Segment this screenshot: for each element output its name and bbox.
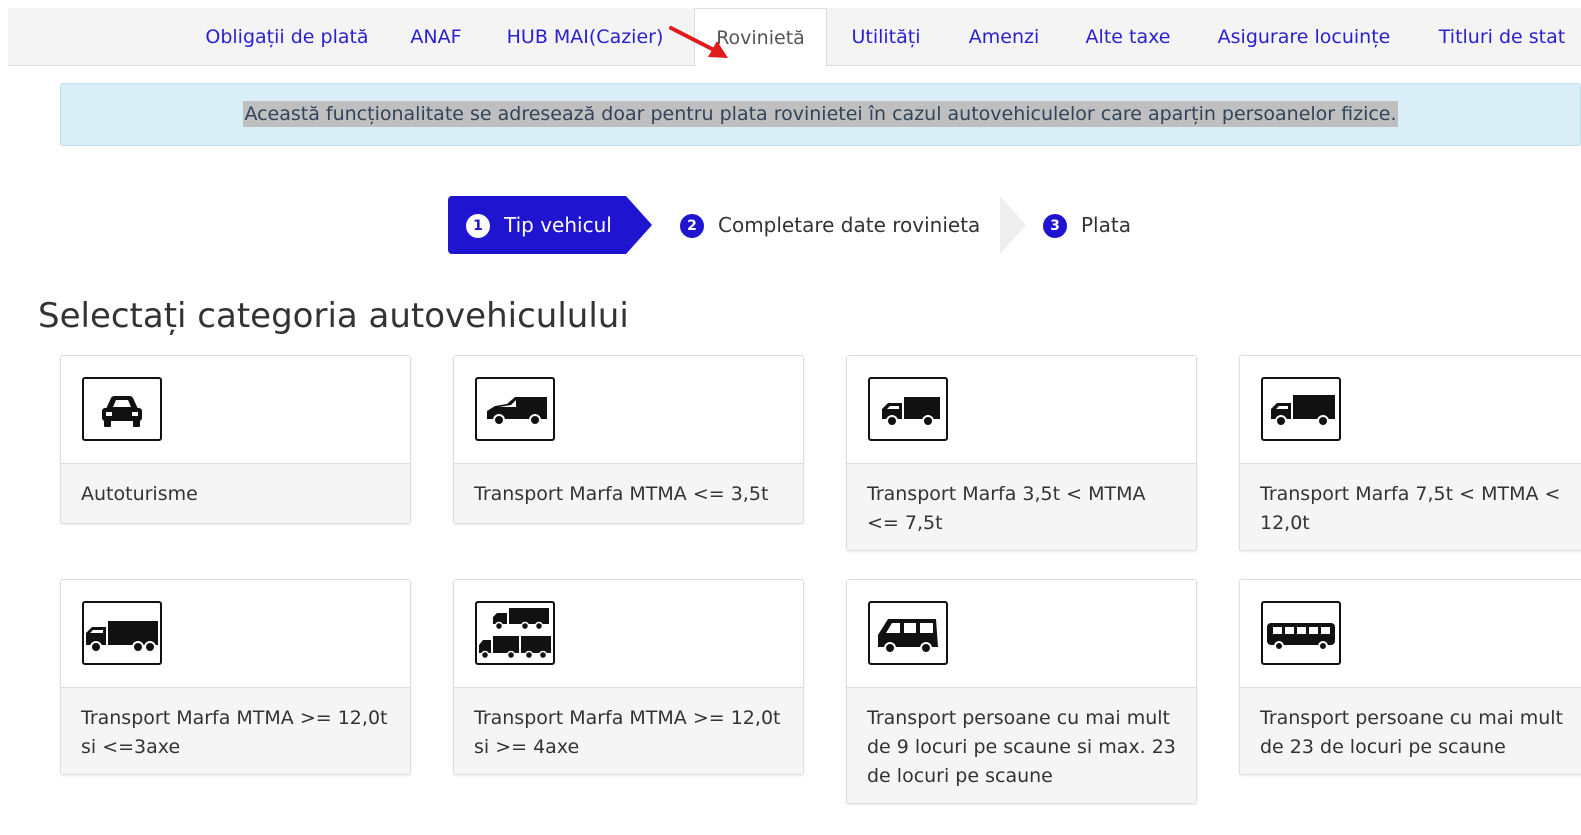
- category-card-marfa-12t-3axe[interactable]: Transport Marfa MTMA >= 12,0t si <=3axe: [60, 579, 411, 775]
- category-label: Autoturisme: [61, 464, 410, 523]
- van-icon: [475, 377, 555, 441]
- step-completare-date: 2 Completare date rovinieta: [680, 196, 980, 254]
- medium-truck-icon: [1261, 377, 1341, 441]
- category-card-marfa-3-5t[interactable]: Transport Marfa MTMA <= 3,5t: [453, 355, 804, 524]
- step-tip-vehicul: 1 Tip vehicul: [448, 196, 626, 254]
- info-banner-text: Această funcționalitate se adresează doa…: [243, 101, 1398, 127]
- minibus-icon: [868, 601, 948, 665]
- tab-titluri-de-stat[interactable]: Titluri de stat: [1428, 8, 1576, 66]
- page-title: Selectați categoria autovehiculului: [38, 296, 629, 336]
- tab-asigurare-locuinte[interactable]: Asigurare locuințe: [1206, 8, 1402, 66]
- category-card-marfa-3-5-7-5t[interactable]: Transport Marfa 3,5t < MTMA <= 7,5t: [846, 355, 1197, 551]
- category-label: Transport persoane cu mai mult de 9 locu…: [847, 688, 1196, 803]
- annotation-arrow-icon: [669, 26, 728, 58]
- step-number: 3: [1043, 214, 1067, 238]
- step-label: Plata: [1081, 213, 1131, 237]
- step-label: Tip vehicul: [504, 213, 612, 237]
- step-number: 2: [680, 214, 704, 238]
- tab-alte-taxe[interactable]: Alte taxe: [1074, 8, 1182, 66]
- wizard-steps: 1 Tip vehicul 2 Completare date rovinieta …: [0, 196, 1581, 256]
- category-label: Transport Marfa MTMA >= 12,0t si <=3axe: [61, 688, 410, 774]
- category-card-autoturisme[interactable]: Autoturisme: [60, 355, 411, 524]
- small-truck-icon: [868, 377, 948, 441]
- tab-utilitati[interactable]: Utilități: [840, 8, 932, 66]
- heavy-truck-icon: [82, 601, 162, 665]
- truck-trailer-icon: [475, 601, 555, 665]
- category-label: Transport Marfa MTMA <= 3,5t: [454, 464, 803, 523]
- category-card-marfa-7-5-12t[interactable]: Transport Marfa 7,5t < MTMA < 12,0t: [1239, 355, 1581, 551]
- category-card-persoane-9-23[interactable]: Transport persoane cu mai mult de 9 locu…: [846, 579, 1197, 804]
- step-plata: 3 Plata: [1043, 196, 1131, 254]
- info-banner: Această funcționalitate se adresează doa…: [60, 83, 1581, 146]
- category-label: Transport persoane cu mai mult de 23 de …: [1240, 688, 1581, 774]
- bus-icon: [1261, 601, 1341, 665]
- category-card-marfa-12t-4axe[interactable]: Transport Marfa MTMA >= 12,0t si >= 4axe: [453, 579, 804, 775]
- step-active-chevron-icon: [626, 196, 652, 254]
- category-label: Transport Marfa MTMA >= 12,0t si >= 4axe: [454, 688, 803, 774]
- car-icon: [82, 377, 162, 441]
- tab-anaf[interactable]: ANAF: [400, 8, 472, 66]
- tab-hub-mai-cazier[interactable]: HUB MAI(Cazier): [498, 8, 672, 66]
- step-chevron-icon: [1000, 196, 1026, 254]
- tab-amenzi[interactable]: Amenzi: [956, 8, 1052, 66]
- step-label: Completare date rovinieta: [718, 213, 981, 237]
- category-label: Transport Marfa 3,5t < MTMA <= 7,5t: [847, 464, 1196, 550]
- step-number: 1: [466, 214, 490, 238]
- tab-obligatii-de-plata[interactable]: Obligații de plată: [190, 8, 384, 66]
- category-card-persoane-peste-23[interactable]: Transport persoane cu mai mult de 23 de …: [1239, 579, 1581, 775]
- tab-bar: Obligații de plată ANAF HUB MAI(Cazier) …: [8, 8, 1581, 67]
- category-label: Transport Marfa 7,5t < MTMA < 12,0t: [1240, 464, 1581, 550]
